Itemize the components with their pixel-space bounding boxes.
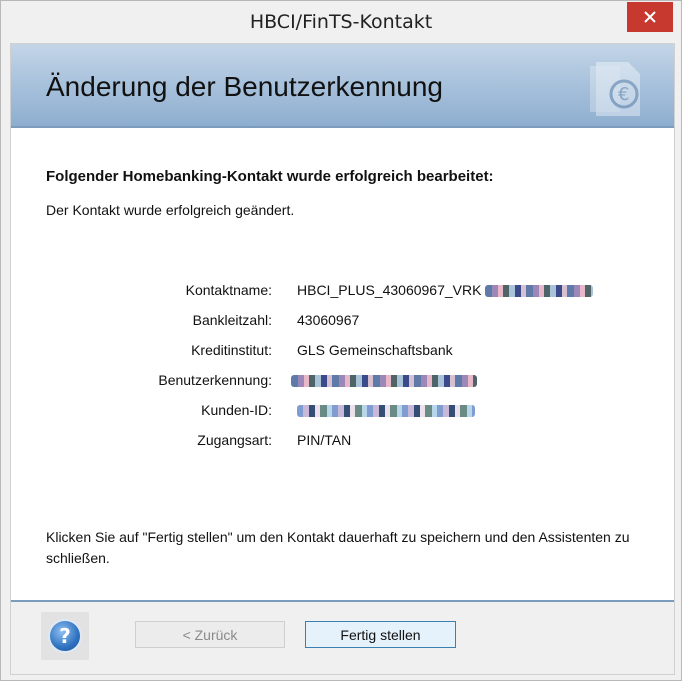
redacted-area — [297, 405, 475, 418]
help-icon: ? — [48, 619, 82, 653]
wizard-content: Änderung der Benutzerkennung € Folgender… — [10, 43, 675, 675]
label-institute: Kreditinstitut: — [191, 342, 272, 358]
label-user-id: Benutzerkennung: — [158, 372, 272, 388]
svg-text:€: € — [618, 84, 629, 105]
wizard-banner: Änderung der Benutzerkennung € — [11, 44, 674, 128]
help-button[interactable]: ? — [41, 612, 89, 660]
label-customer-id: Kunden-ID: — [201, 402, 272, 418]
finish-button[interactable]: Fertig stellen — [305, 621, 456, 648]
window-title: HBCI/FinTS-Kontakt — [249, 11, 433, 33]
result-heading: Folgender Homebanking-Kontakt wurde erfo… — [46, 168, 494, 185]
value-contact-name: HBCI_PLUS_43060967_VRK — [297, 282, 594, 298]
back-button[interactable]: < Zurück — [135, 621, 285, 648]
value-institute: GLS Gemeinschaftsbank — [297, 342, 453, 358]
result-description: Der Kontakt wurde erfolgreich geändert. — [46, 202, 295, 218]
banner-title: Änderung der Benutzerkennung — [46, 71, 443, 102]
value-user-id — [291, 372, 477, 388]
detail-row-institute: Kreditinstitut: GLS Gemeinschaftsbank — [11, 342, 674, 362]
detail-row-access-type: Zugangsart: PIN/TAN — [11, 432, 674, 452]
dialog-window: HBCI/FinTS-Kontakt Änderung der Benutzer… — [0, 0, 682, 681]
help-label: ? — [59, 624, 71, 648]
title-bar: HBCI/FinTS-Kontakt — [1, 1, 681, 43]
instruction-text: Klicken Sie auf "Fertig stellen" um den … — [46, 529, 630, 566]
detail-row-bank-code: Bankleitzahl: 43060967 — [11, 312, 674, 332]
detail-row-contact-name: Kontaktname: HBCI_PLUS_43060967_VRK — [11, 282, 674, 302]
value-contact-name-text: HBCI_PLUS_43060967_VRK — [297, 282, 482, 298]
label-bank-code: Bankleitzahl: — [192, 312, 272, 328]
close-button[interactable] — [627, 2, 673, 32]
detail-row-user-id: Benutzerkennung: — [11, 372, 674, 392]
value-customer-id — [297, 402, 475, 418]
detail-row-customer-id: Kunden-ID: — [11, 402, 674, 422]
label-access-type: Zugangsart: — [197, 432, 272, 448]
value-bank-code: 43060967 — [297, 312, 360, 328]
button-bar: ? < Zurück Fertig stellen — [11, 602, 674, 674]
redacted-area — [291, 375, 477, 388]
value-access-type: PIN/TAN — [297, 432, 352, 448]
redacted-area — [485, 285, 594, 298]
close-icon — [644, 11, 656, 23]
label-contact-name: Kontaktname: — [185, 282, 272, 298]
euro-document-icon: € — [590, 62, 640, 116]
